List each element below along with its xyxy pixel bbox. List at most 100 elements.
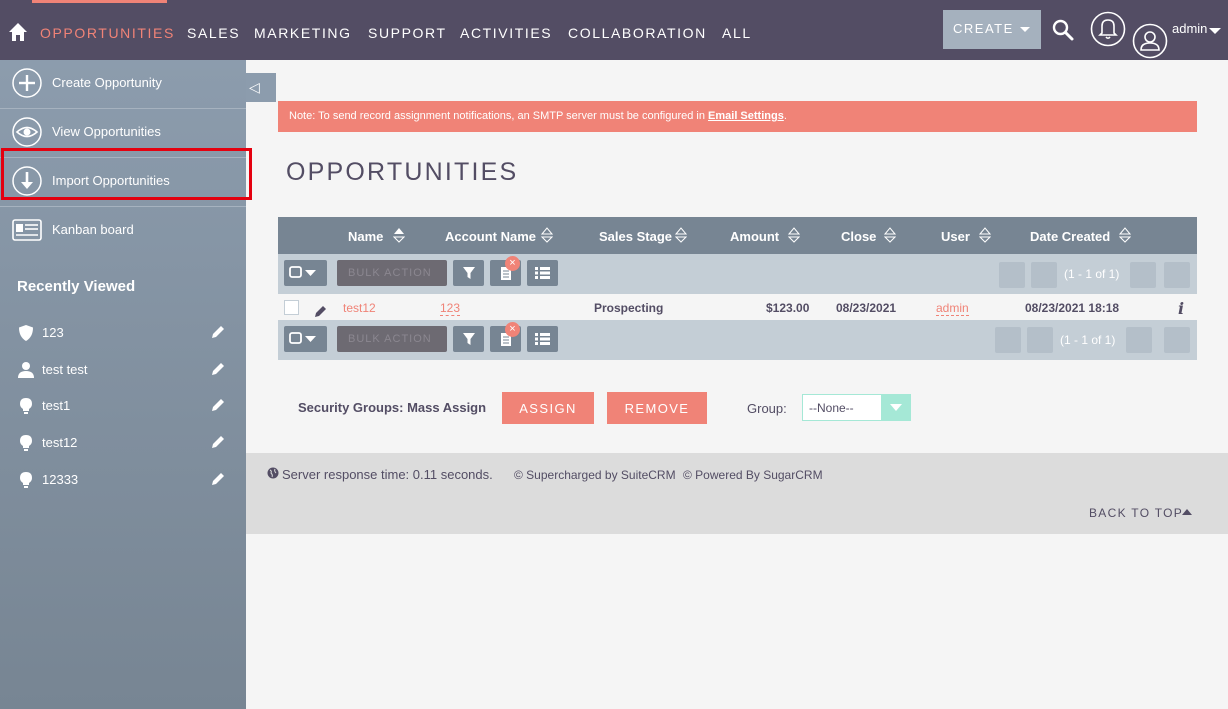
caret-up-icon[interactable] xyxy=(1182,509,1192,515)
bulk-action-button[interactable]: BULK ACTION xyxy=(337,260,447,286)
create-button[interactable]: CREATE xyxy=(943,10,1041,49)
home-icon[interactable] xyxy=(8,22,28,42)
column-header-name[interactable]: Name xyxy=(348,229,383,244)
row-checkbox[interactable] xyxy=(284,300,299,315)
nav-opportunities[interactable]: OPPORTUNITIES xyxy=(40,25,175,41)
first-page-button[interactable] xyxy=(995,327,1021,353)
clear-filter-button[interactable]: × xyxy=(490,256,521,286)
column-header-amount[interactable]: Amount xyxy=(730,229,779,244)
caret-down-icon[interactable] xyxy=(1209,28,1221,34)
sidebar-action-create-opportunity[interactable]: Create Opportunity xyxy=(0,60,246,109)
select-all-dropdown[interactable] xyxy=(284,326,327,352)
footer: Server response time: 0.11 seconds. © Su… xyxy=(246,453,1228,534)
nav-support[interactable]: SUPPORT xyxy=(368,25,447,41)
next-page-button[interactable] xyxy=(1126,327,1152,353)
plus-circle-icon xyxy=(12,68,42,98)
active-tab-indicator xyxy=(32,0,167,3)
last-page-button[interactable] xyxy=(1164,262,1190,288)
user-menu-label[interactable]: admin xyxy=(1172,21,1207,36)
info-icon[interactable]: i xyxy=(1178,299,1184,318)
sort-icon[interactable] xyxy=(675,227,687,243)
pencil-icon[interactable] xyxy=(210,397,226,413)
recently-viewed-title: Recently Viewed xyxy=(17,278,136,295)
pencil-icon[interactable] xyxy=(210,471,226,487)
cell-sales-stage: Prospecting xyxy=(594,301,664,315)
table-header: Name Account Name Sales Stage Amount Clo… xyxy=(278,217,1197,254)
column-chooser-button[interactable] xyxy=(527,260,558,286)
previous-page-button[interactable] xyxy=(1031,262,1057,288)
nav-marketing[interactable]: MARKETING xyxy=(254,25,352,41)
nav-collaboration[interactable]: COLLABORATION xyxy=(568,25,707,41)
sort-icon[interactable] xyxy=(884,227,896,243)
select-all-dropdown[interactable] xyxy=(284,260,327,286)
column-header-user[interactable]: User xyxy=(941,229,970,244)
user-avatar-icon[interactable] xyxy=(1132,23,1168,59)
filter-button[interactable] xyxy=(453,326,484,352)
eye-icon xyxy=(12,117,42,147)
cell-name[interactable]: test12 xyxy=(343,301,376,315)
pencil-icon[interactable] xyxy=(210,361,226,377)
previous-page-button[interactable] xyxy=(1027,327,1053,353)
assign-button[interactable]: ASSIGN xyxy=(502,392,594,424)
sort-icon[interactable] xyxy=(541,227,553,243)
pencil-icon[interactable] xyxy=(210,324,226,340)
recent-item[interactable]: 123 xyxy=(0,322,246,346)
bell-icon[interactable] xyxy=(1090,11,1126,47)
close-icon[interactable]: × xyxy=(505,256,520,271)
sort-icon[interactable] xyxy=(788,227,800,243)
notice-end: . xyxy=(783,110,787,122)
pencil-icon[interactable] xyxy=(314,304,328,318)
list-icon xyxy=(535,333,550,345)
next-page-button[interactable] xyxy=(1130,262,1156,288)
list-icon xyxy=(535,267,550,279)
clear-filter-button[interactable]: × xyxy=(490,322,521,352)
sidebar-action-label: Create Opportunity xyxy=(52,75,162,90)
pagination-text: (1 - 1 of 1) xyxy=(1064,267,1120,281)
email-settings-link[interactable]: Email Settings xyxy=(708,110,784,122)
nav-sales[interactable]: SALES xyxy=(187,25,240,41)
sort-ascending-icon[interactable] xyxy=(393,227,405,243)
bulk-action-button[interactable]: BULK ACTION xyxy=(337,326,447,352)
back-to-top-link[interactable]: BACK TO TOP xyxy=(1089,506,1183,520)
remove-button[interactable]: REMOVE xyxy=(607,392,707,424)
column-header-close[interactable]: Close xyxy=(841,229,876,244)
lightbulb-icon xyxy=(20,435,32,451)
column-chooser-button[interactable] xyxy=(527,326,558,352)
nav-activities[interactable]: ACTIVITIES xyxy=(460,25,552,41)
cell-account[interactable]: 123 xyxy=(440,301,461,316)
filter-button[interactable] xyxy=(453,260,484,286)
recent-item[interactable]: test12 xyxy=(0,432,246,456)
search-icon[interactable] xyxy=(1051,18,1075,42)
column-header-account[interactable]: Account Name xyxy=(445,229,536,244)
lightbulb-icon xyxy=(20,398,32,414)
recent-item-label: test12 xyxy=(42,435,78,450)
last-page-button[interactable] xyxy=(1164,327,1190,353)
sidebar-collapse-button[interactable]: ◁ xyxy=(246,73,276,102)
close-icon[interactable]: × xyxy=(505,322,520,337)
sort-icon[interactable] xyxy=(979,227,991,243)
suitecrm-credit[interactable]: © Supercharged by SuiteCRM xyxy=(514,468,676,482)
column-header-sales-stage[interactable]: Sales Stage xyxy=(599,229,672,244)
recent-item[interactable]: test test xyxy=(0,359,246,383)
column-header-date-created[interactable]: Date Created xyxy=(1030,229,1110,244)
first-page-button[interactable] xyxy=(999,262,1025,288)
filter-icon xyxy=(463,267,475,279)
sidebar-action-label: View Opportunities xyxy=(52,124,161,139)
nav-all[interactable]: ALL xyxy=(722,25,752,41)
recent-item[interactable]: 12333 xyxy=(0,469,246,493)
lightbulb-icon xyxy=(20,472,32,488)
sidebar-action-label: Kanban board xyxy=(52,222,134,237)
recent-item[interactable]: test1 xyxy=(0,395,246,419)
sort-icon[interactable] xyxy=(1119,227,1131,243)
sidebar-action-kanban-board[interactable]: Kanban board xyxy=(0,207,246,256)
pencil-icon[interactable] xyxy=(210,434,226,450)
group-select[interactable]: --None-- xyxy=(802,394,911,421)
cell-amount: $123.00 xyxy=(766,301,810,315)
smtp-notice: Note: To send record assignment notifica… xyxy=(278,101,1197,132)
cell-close: 08/23/2021 xyxy=(836,301,897,315)
sugarcrm-credit[interactable]: © Powered By SugarCRM xyxy=(683,468,823,482)
table-row[interactable]: test12 123 Prospecting $123.00 08/23/202… xyxy=(278,295,1197,321)
bulk-action-label: BULK ACTION xyxy=(348,267,432,279)
kanban-highlight-box xyxy=(1,148,252,200)
cell-user[interactable]: admin xyxy=(936,301,969,316)
